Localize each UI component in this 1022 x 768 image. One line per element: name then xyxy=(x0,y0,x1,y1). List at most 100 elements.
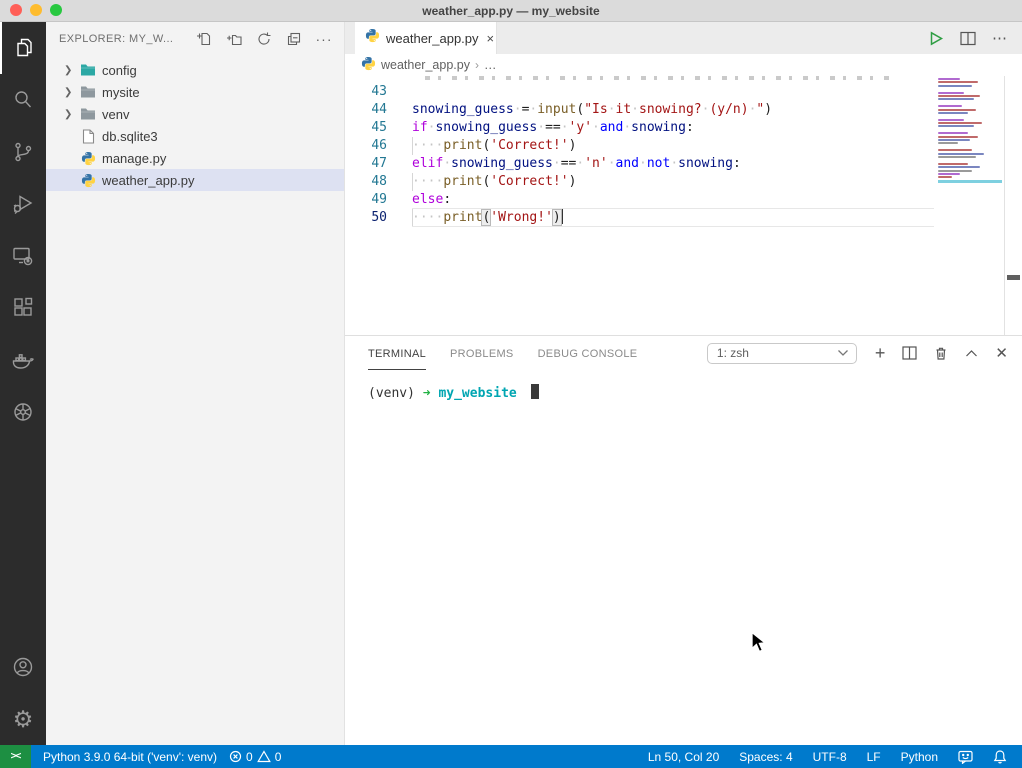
activity-bar: ⚙ xyxy=(0,22,46,745)
search-icon[interactable] xyxy=(0,74,46,126)
notifications-bell-icon[interactable] xyxy=(986,745,1014,768)
panel-tabs: TERMINAL PROBLEMS DEBUG CONSOLE xyxy=(368,336,637,370)
explorer-header: EXPLORER: MY_W... ··· xyxy=(46,22,344,56)
encoding-status[interactable]: UTF-8 xyxy=(806,745,854,768)
code-line-44[interactable]: 44snowing_guess·=·input("Is·it·snowing?·… xyxy=(345,101,1022,119)
docker-icon[interactable] xyxy=(0,334,46,386)
minimize-window-button[interactable] xyxy=(30,4,42,16)
explorer-sidebar: EXPLORER: MY_W... ··· xyxy=(46,22,345,745)
code-line-47[interactable]: 47elif·snowing_guess·==·'n'·and·not·snow… xyxy=(345,155,1022,173)
explorer-title: EXPLORER: MY_W... xyxy=(59,33,173,45)
new-folder-icon[interactable] xyxy=(224,29,244,49)
tab-label: weather_app.py xyxy=(386,31,479,46)
chevron-right-icon[interactable]: ❯ xyxy=(64,65,80,76)
error-icon xyxy=(229,750,242,763)
code-text: elif·snowing_guess·==·'n'·and·not·snowin… xyxy=(412,155,934,173)
breadcrumb-separator: › xyxy=(475,58,479,72)
line-number: 46 xyxy=(345,137,412,155)
code-text: ····print('Correct!') xyxy=(412,173,934,191)
explorer-icon[interactable] xyxy=(0,22,46,74)
folder-icon xyxy=(80,62,96,78)
breadcrumb-file[interactable]: weather_app.py xyxy=(381,58,470,72)
chevron-down-icon xyxy=(837,349,849,357)
indentation-status[interactable]: Spaces: 4 xyxy=(732,745,799,768)
line-number: 43 xyxy=(345,83,412,101)
file-label: manage.py xyxy=(102,151,166,166)
file-tree-item-manage.py[interactable]: manage.py xyxy=(46,147,344,169)
settings-gear-icon[interactable]: ⚙ xyxy=(0,693,46,745)
panel-tab-debug-console[interactable]: DEBUG CONSOLE xyxy=(538,336,638,370)
code-line-43[interactable]: 43 xyxy=(345,83,1022,101)
code-line-45[interactable]: 45if·snowing_guess·==·'y'·and·snowing: xyxy=(345,119,1022,137)
tab-bar: weather_app.py × ⋯ xyxy=(345,22,1022,54)
code-line-50[interactable]: 50····print('Wrong!') xyxy=(345,209,1022,227)
vscode-window: weather_app.py — my_website xyxy=(0,0,1022,768)
feedback-icon[interactable] xyxy=(951,745,980,768)
close-window-button[interactable] xyxy=(10,4,22,16)
problems-status[interactable]: 0 0 xyxy=(223,745,287,768)
explorer-more-actions-icon[interactable]: ··· xyxy=(314,29,334,49)
code-text: if·snowing_guess·==·'y'·and·snowing: xyxy=(412,119,934,137)
cursor-position-status[interactable]: Ln 50, Col 20 xyxy=(641,745,726,768)
python-file-icon xyxy=(365,28,380,48)
remote-explorer-icon[interactable] xyxy=(0,230,46,282)
minimap[interactable] xyxy=(935,76,1005,335)
maximize-window-button[interactable] xyxy=(50,4,62,16)
run-debug-icon[interactable] xyxy=(0,178,46,230)
account-icon[interactable] xyxy=(0,641,46,693)
kill-terminal-icon[interactable] xyxy=(934,346,948,361)
collapse-folders-icon[interactable] xyxy=(284,29,304,49)
extensions-icon[interactable] xyxy=(0,282,46,334)
terminal[interactable]: (venv) ➜ my_website xyxy=(345,370,1022,745)
file-label: config xyxy=(102,63,137,78)
run-python-file-icon[interactable] xyxy=(929,31,944,46)
maximize-panel-icon[interactable] xyxy=(965,349,978,358)
code-line-46[interactable]: 46····print('Correct!') xyxy=(345,137,1022,155)
editor-more-actions-icon[interactable]: ⋯ xyxy=(992,29,1008,47)
line-number: 44 xyxy=(345,101,412,119)
source-control-icon[interactable] xyxy=(0,126,46,178)
folder-icon xyxy=(80,84,96,100)
file-tree-item-db.sqlite3[interactable]: db.sqlite3 xyxy=(46,125,344,147)
breadcrumb-symbol[interactable]: … xyxy=(484,58,497,72)
file-tree-item-weather_app.py[interactable]: weather_app.py xyxy=(46,169,344,191)
line-number: 48 xyxy=(345,173,412,191)
new-terminal-icon[interactable]: + xyxy=(875,344,886,362)
warning-count: 0 xyxy=(275,750,282,764)
terminal-prompt-arrow: ➜ xyxy=(423,386,431,401)
line-number: 45 xyxy=(345,119,412,137)
close-panel-icon[interactable]: ✕ xyxy=(995,344,1008,362)
python-interpreter-status[interactable]: Python 3.9.0 64-bit ('venv': venv) xyxy=(37,745,223,768)
code-editor[interactable]: 4344snowing_guess·=·input("Is·it·snowing… xyxy=(345,76,1022,335)
file-label: db.sqlite3 xyxy=(102,129,158,144)
refresh-explorer-icon[interactable] xyxy=(254,29,274,49)
window-controls xyxy=(10,4,62,16)
language-mode-status[interactable]: Python xyxy=(894,745,945,768)
file-tree-item-mysite[interactable]: ❯ mysite xyxy=(46,81,344,103)
tab-weather-app[interactable]: weather_app.py × xyxy=(355,22,497,54)
split-editor-icon[interactable] xyxy=(960,31,976,46)
panel-tab-terminal[interactable]: TERMINAL xyxy=(368,336,426,370)
tab-close-icon[interactable]: × xyxy=(485,31,497,46)
clipped-line-42 xyxy=(425,76,895,80)
title-bar: weather_app.py — my_website xyxy=(0,0,1022,22)
new-file-icon[interactable] xyxy=(194,29,214,49)
chevron-right-icon[interactable]: ❯ xyxy=(64,87,80,98)
file-label: mysite xyxy=(102,85,140,100)
file-tree-item-venv[interactable]: ❯venv xyxy=(46,103,344,125)
warning-icon xyxy=(257,750,271,763)
eol-status[interactable]: LF xyxy=(860,745,888,768)
split-terminal-icon[interactable] xyxy=(902,346,917,360)
code-line-48[interactable]: 48····print('Correct!') xyxy=(345,173,1022,191)
panel-tab-problems[interactable]: PROBLEMS xyxy=(450,336,514,370)
kubernetes-icon[interactable] xyxy=(0,386,46,438)
file-tree-item-config[interactable]: ❯ config xyxy=(46,59,344,81)
remote-indicator[interactable]: >< xyxy=(0,745,31,768)
chevron-right-icon[interactable]: ❯ xyxy=(64,109,80,120)
python-file-icon xyxy=(80,150,96,166)
code-text: else: xyxy=(412,191,934,209)
code-text: snowing_guess·=·input("Is·it·snowing?·(y… xyxy=(412,101,934,119)
file-label: weather_app.py xyxy=(102,173,195,188)
code-line-49[interactable]: 49else: xyxy=(345,191,1022,209)
terminal-shell-select[interactable]: 1: zsh xyxy=(707,343,857,364)
